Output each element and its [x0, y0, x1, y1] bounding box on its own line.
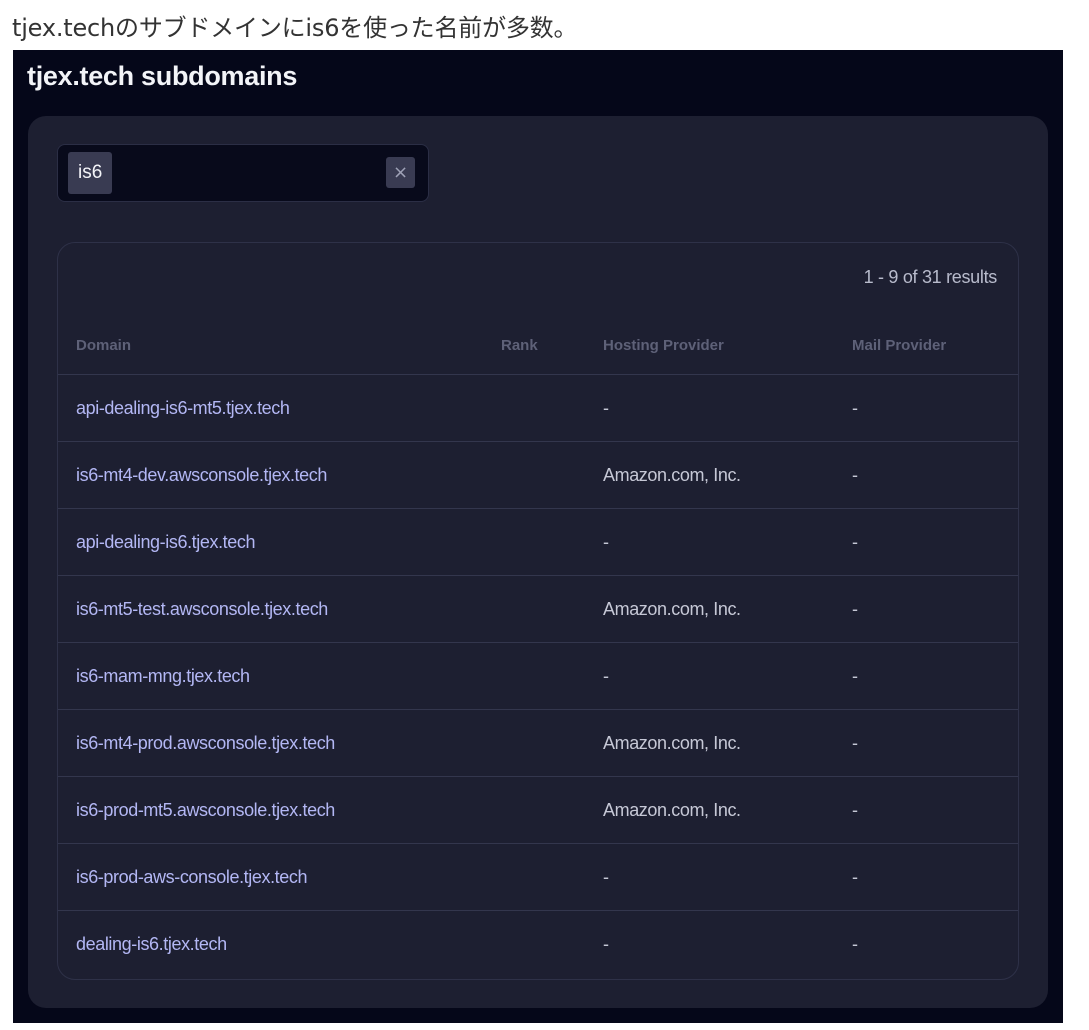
search-input[interactable]: is6 ×: [57, 144, 429, 202]
table-row: is6-mt4-prod.awsconsole.tjex.tech Amazon…: [58, 710, 1018, 777]
caption-text: tjex.techのサブドメインにis6を使った名前が多数。: [12, 14, 578, 42]
domain-link[interactable]: api-dealing-is6.tjex.tech: [76, 509, 256, 575]
column-header-hosting-provider[interactable]: Hosting Provider: [603, 337, 724, 354]
domain-link[interactable]: is6-mt4-dev.awsconsole.tjex.tech: [76, 442, 327, 508]
hosting-provider-cell: -: [603, 934, 609, 954]
results-table: 1 - 9 of 31 results Domain Rank Hosting …: [57, 242, 1019, 980]
filter-chip[interactable]: is6: [68, 152, 113, 194]
table-row: is6-mam-mng.tjex.tech - -: [58, 643, 1018, 710]
domain-link[interactable]: is6-mam-mng.tjex.tech: [76, 643, 250, 709]
column-header-rank[interactable]: Rank: [501, 337, 538, 354]
table-body: api-dealing-is6-mt5.tjex.tech - - is6-mt…: [58, 375, 1018, 978]
table-row: is6-prod-aws-console.tjex.tech - -: [58, 844, 1018, 911]
mail-provider-cell: -: [852, 465, 858, 485]
results-count: 1 - 9 of 31 results: [863, 267, 998, 287]
app-screenshot: tjex.tech subdomains is6 × 1 - 9 of 31 r…: [13, 50, 1063, 1023]
table-row: is6-mt5-test.awsconsole.tjex.tech Amazon…: [58, 576, 1018, 643]
table-row: is6-mt4-dev.awsconsole.tjex.tech Amazon.…: [58, 442, 1018, 509]
column-header-mail-provider[interactable]: Mail Provider: [852, 337, 946, 354]
hosting-provider-cell: -: [603, 867, 609, 887]
hosting-provider-cell: Amazon.com, Inc.: [603, 733, 741, 753]
mail-provider-cell: -: [852, 733, 858, 753]
table-row: api-dealing-is6.tjex.tech - -: [58, 509, 1018, 576]
mail-provider-cell: -: [852, 666, 858, 686]
table-row: dealing-is6.tjex.tech - -: [58, 911, 1018, 978]
page-title: tjex.tech subdomains: [27, 61, 298, 91]
domain-link[interactable]: is6-mt5-test.awsconsole.tjex.tech: [76, 576, 328, 642]
domain-link[interactable]: is6-mt4-prod.awsconsole.tjex.tech: [76, 710, 335, 776]
hosting-provider-cell: -: [603, 532, 609, 552]
domain-link[interactable]: is6-prod-aws-console.tjex.tech: [76, 844, 308, 910]
mail-provider-cell: -: [852, 867, 858, 887]
hosting-provider-cell: Amazon.com, Inc.: [603, 465, 741, 485]
hosting-provider-cell: Amazon.com, Inc.: [603, 800, 741, 820]
mail-provider-cell: -: [852, 934, 858, 954]
hosting-provider-cell: -: [603, 666, 609, 686]
table-row: is6-prod-mt5.awsconsole.tjex.tech Amazon…: [58, 777, 1018, 844]
table-header: Domain Rank Hosting Provider Mail Provid…: [58, 319, 1018, 375]
domain-link[interactable]: is6-prod-mt5.awsconsole.tjex.tech: [76, 777, 335, 843]
hosting-provider-cell: Amazon.com, Inc.: [603, 599, 741, 619]
hosting-provider-cell: -: [603, 398, 609, 418]
mail-provider-cell: -: [852, 599, 858, 619]
mail-provider-cell: -: [852, 532, 858, 552]
clear-icon[interactable]: ×: [386, 157, 415, 188]
domain-link[interactable]: api-dealing-is6-mt5.tjex.tech: [76, 375, 290, 441]
domain-link[interactable]: dealing-is6.tjex.tech: [76, 911, 227, 977]
mail-provider-cell: -: [852, 398, 858, 418]
mail-provider-cell: -: [852, 800, 858, 820]
column-header-domain[interactable]: Domain: [76, 337, 131, 354]
table-row: api-dealing-is6-mt5.tjex.tech - -: [58, 375, 1018, 442]
content-panel: is6 × 1 - 9 of 31 results Domain Rank Ho…: [28, 116, 1048, 1008]
